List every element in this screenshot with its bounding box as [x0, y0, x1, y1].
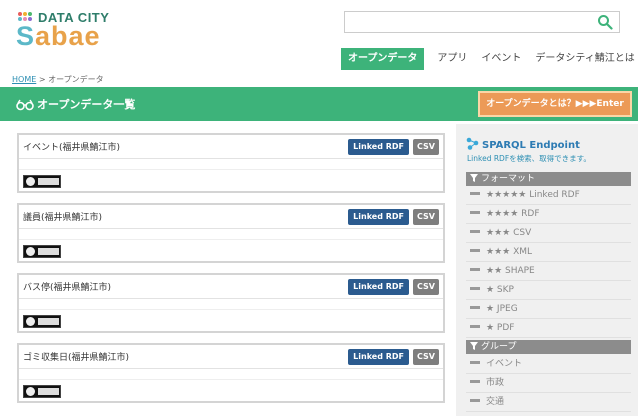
glasses-icon [16, 99, 34, 111]
breadcrumb-current: オープンデータ [48, 75, 104, 84]
nav-item-about[interactable]: データシティ鯖江とは [528, 48, 638, 70]
group-item-traffic[interactable]: 交通 [466, 393, 631, 412]
csv-button[interactable]: CSV [413, 279, 439, 295]
nav-item-apps[interactable]: アプリ [430, 48, 474, 70]
dataset-card: イベント(福井県鯖江市) Linked RDF CSV [17, 133, 445, 193]
dataset-card: 議員(福井県鯖江市) Linked RDF CSV [17, 203, 445, 263]
sparql-endpoint-link[interactable]: SPARQL Endpoint [466, 137, 580, 151]
linked-rdf-button[interactable]: Linked RDF [348, 279, 409, 295]
dataset-list: イベント(福井県鯖江市) Linked RDF CSV 議員(福井県鯖江市) L… [17, 133, 445, 413]
breadcrumb-home-link[interactable]: HOME [12, 75, 36, 84]
group-item-city[interactable]: 市政 [466, 374, 631, 393]
format-item-pdf[interactable]: ★ PDF [466, 319, 631, 338]
sidebar: SPARQL Endpoint Linked RDFを検索、取得できます。 フォ… [456, 124, 638, 416]
cc-license-icon[interactable] [23, 315, 61, 328]
filter-icon [470, 174, 478, 182]
site-logo[interactable]: DATA CITY Sabae [16, 10, 116, 51]
cc-license-icon[interactable] [23, 385, 61, 398]
sparql-icon [466, 137, 479, 150]
format-section-header: フォーマット [466, 172, 631, 186]
cc-license-icon[interactable] [23, 245, 61, 258]
search-input[interactable] [345, 12, 585, 32]
format-item-xml[interactable]: ★★★ XML [466, 243, 631, 262]
dataset-card-footer [19, 239, 443, 271]
csv-button[interactable]: CSV [413, 139, 439, 155]
group-section-header: グループ [466, 340, 631, 354]
page-title: オープンデータ一覧 [16, 96, 135, 112]
dataset-card-footer [19, 379, 443, 411]
dataset-title[interactable]: イベント(福井県鯖江市) [23, 140, 120, 153]
filter-icon [470, 342, 478, 350]
dataset-title[interactable]: バス停(福井県鯖江市) [23, 280, 111, 293]
about-opendata-button[interactable]: オープンデータとは？▶▶▶Enter [478, 91, 632, 117]
breadcrumb: HOME > オープンデータ [12, 74, 104, 85]
format-item-csv[interactable]: ★★★ CSV [466, 224, 631, 243]
dataset-card: バス停(福井県鯖江市) Linked RDF CSV [17, 273, 445, 333]
page-title-text: オープンデータ一覧 [37, 98, 136, 111]
format-item-linked-rdf[interactable]: ★★★★★ Linked RDF [466, 186, 631, 205]
group-item-event[interactable]: イベント [466, 355, 631, 374]
logo-main-text: Sabae [16, 21, 101, 51]
format-item-rdf[interactable]: ★★★★ RDF [466, 205, 631, 224]
linked-rdf-button[interactable]: Linked RDF [348, 349, 409, 365]
dataset-card-footer [19, 169, 443, 201]
format-item-skp[interactable]: ★ SKP [466, 281, 631, 300]
dataset-card: ゴミ収集日(福井県鯖江市) Linked RDF CSV [17, 343, 445, 403]
search-box [344, 11, 620, 33]
format-item-shape[interactable]: ★★ SHAPE [466, 262, 631, 281]
breadcrumb-separator: > [38, 75, 46, 84]
dataset-card-header: バス停(福井県鯖江市) Linked RDF CSV [19, 275, 443, 299]
dataset-card-header: 議員(福井県鯖江市) Linked RDF CSV [19, 205, 443, 229]
sparql-description: Linked RDFを検索、取得できます。 [467, 154, 591, 163]
csv-button[interactable]: CSV [413, 349, 439, 365]
dataset-title[interactable]: 議員(福井県鯖江市) [23, 210, 102, 223]
section-bar: オープンデータ一覧 オープンデータとは？▶▶▶Enter [0, 87, 638, 121]
csv-button[interactable]: CSV [413, 209, 439, 225]
dataset-card-header: イベント(福井県鯖江市) Linked RDF CSV [19, 135, 443, 159]
linked-rdf-button[interactable]: Linked RDF [348, 209, 409, 225]
dataset-card-footer [19, 309, 443, 341]
dataset-title[interactable]: ゴミ収集日(福井県鯖江市) [23, 350, 129, 363]
main-nav: オープンデータ アプリ イベント データシティ鯖江とは [341, 48, 638, 70]
linked-rdf-button[interactable]: Linked RDF [348, 139, 409, 155]
nav-item-opendata[interactable]: オープンデータ [341, 48, 425, 70]
format-item-jpeg[interactable]: ★ JPEG [466, 300, 631, 319]
nav-item-events[interactable]: イベント [474, 48, 528, 70]
cc-license-icon[interactable] [23, 175, 61, 188]
search-icon[interactable] [597, 14, 613, 30]
dataset-card-header: ゴミ収集日(福井県鯖江市) Linked RDF CSV [19, 345, 443, 369]
